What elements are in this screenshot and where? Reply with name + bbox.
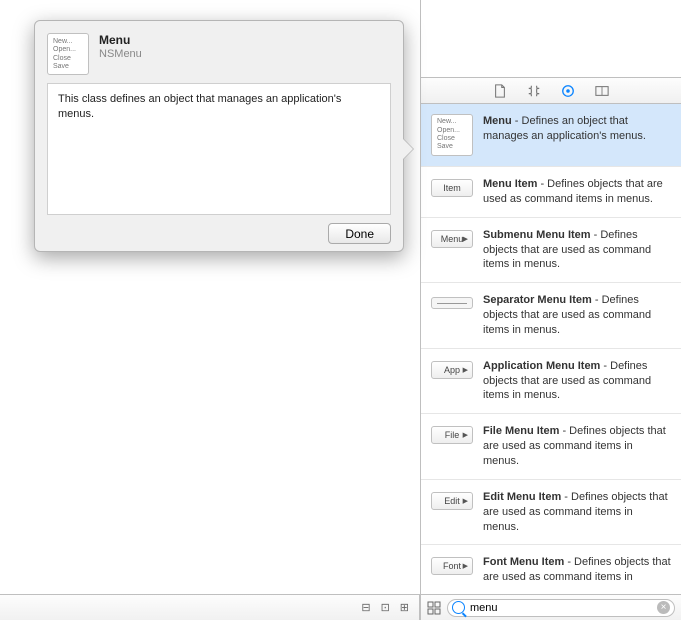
library-item[interactable]: Item Menu Item - Defines objects that are… [421, 167, 681, 218]
library-item[interactable]: Edit▶ Edit Menu Item - Defines objects th… [421, 480, 681, 546]
library-item[interactable]: Font▶ Font Menu Item - Defines objects th… [421, 545, 681, 594]
menuitem-icon: File▶ [431, 426, 473, 444]
popover-header: New... Open... Close Save Menu NSMenu [35, 21, 403, 81]
menuitem-icon: Item [431, 179, 473, 197]
grid-view-icon[interactable] [427, 601, 441, 615]
library-item-text: Menu Item - Defines objects that are use… [483, 177, 671, 207]
popover-subtitle: NSMenu [99, 48, 142, 60]
library-item-text: Edit Menu Item - Defines objects that ar… [483, 490, 671, 535]
library-item-text: Separator Menu Item - Defines objects th… [483, 293, 671, 338]
library-list[interactable]: New...Open...CloseSaveMenu - Defines an … [421, 104, 681, 594]
tab-media-icon[interactable] [594, 83, 610, 99]
search-wrap: × [447, 599, 675, 617]
library-panel: New...Open...CloseSaveMenu - Defines an … [420, 0, 681, 620]
library-footer: × [421, 594, 681, 620]
menuitem-icon: Edit▶ [431, 492, 473, 510]
search-icon [452, 601, 465, 614]
library-item[interactable]: App▶ Application Menu Item - Defines obje… [421, 349, 681, 415]
tab-object-icon[interactable] [560, 83, 576, 99]
library-item-text: Menu - Defines an object that manages an… [483, 114, 671, 156]
popover-body: This class defines an object that manage… [47, 83, 391, 215]
library-item[interactable]: New...Open...CloseSaveMenu - Defines an … [421, 104, 681, 167]
canvas-bottom-bar: ⊟ ⊡ ⊞ [0, 594, 420, 620]
library-item-text: File Menu Item - Defines objects that ar… [483, 424, 671, 469]
popover-title: Menu [99, 33, 142, 47]
library-tabs [421, 78, 681, 104]
tab-file-icon[interactable] [492, 83, 508, 99]
library-item[interactable]: File▶ File Menu Item - Defines objects th… [421, 414, 681, 480]
info-popover: New... Open... Close Save Menu NSMenu Th… [34, 20, 404, 252]
menuitem-icon: Font▶ [431, 557, 473, 575]
align-icon-1[interactable]: ⊟ [361, 601, 370, 614]
library-item-text: Submenu Menu Item - Defines objects that… [483, 228, 671, 273]
library-item[interactable]: Menu▶ Submenu Menu Item - Defines objects… [421, 218, 681, 284]
menuitem-icon: Menu▶ [431, 230, 473, 248]
menu-icon: New...Open...CloseSave [431, 114, 473, 156]
popover-menu-icon: New... Open... Close Save [47, 33, 89, 75]
library-item-text: Application Menu Item - Defines objects … [483, 359, 671, 404]
menuitem-icon: App▶ [431, 361, 473, 379]
tab-code-icon[interactable] [526, 83, 542, 99]
library-blank-area [421, 0, 681, 78]
popover-footer: Done [35, 215, 403, 252]
separator-icon [431, 297, 473, 309]
clear-search-icon[interactable]: × [657, 601, 670, 614]
align-icon-3[interactable]: ⊞ [400, 601, 409, 614]
search-input[interactable] [447, 599, 675, 617]
align-icon-2[interactable]: ⊡ [381, 601, 390, 614]
library-item-text: Font Menu Item - Defines objects that ar… [483, 555, 671, 585]
library-item[interactable]: Separator Menu Item - Defines objects th… [421, 283, 681, 349]
done-button[interactable]: Done [328, 223, 391, 244]
